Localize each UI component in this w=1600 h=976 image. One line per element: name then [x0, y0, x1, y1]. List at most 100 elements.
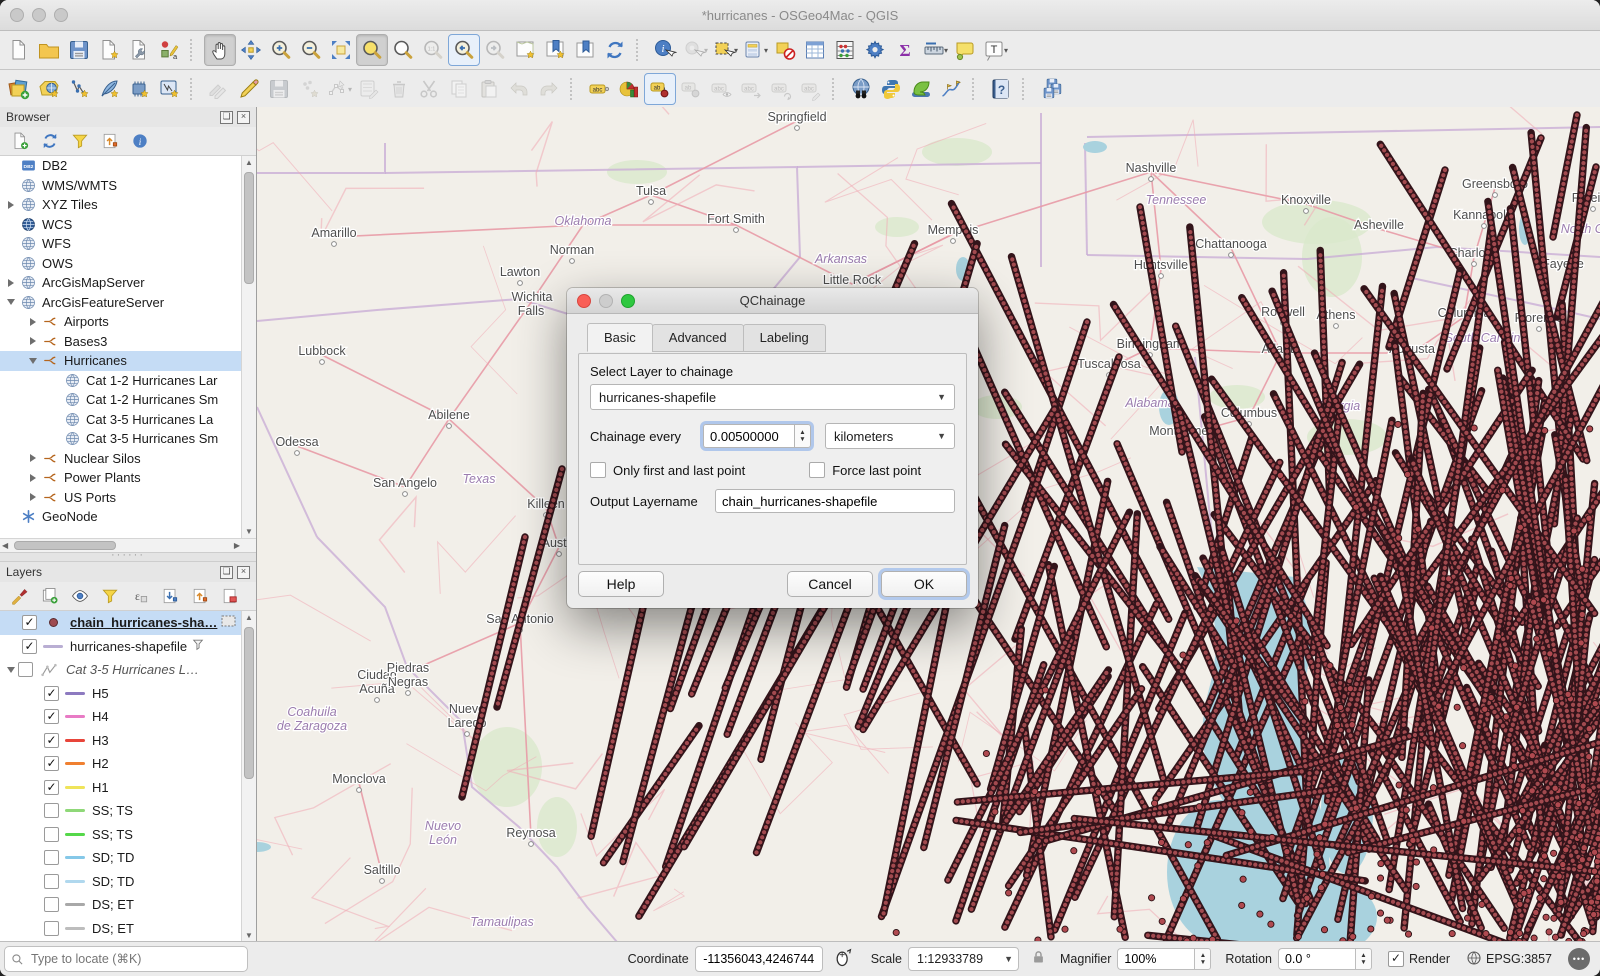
layer-diagram[interactable]	[614, 74, 644, 104]
coordinate-input[interactable]	[694, 946, 823, 972]
browser-item-cat-1-2-hurricanes-lar[interactable]: Cat 1-2 Hurricanes Lar	[0, 371, 256, 391]
layout-manager[interactable]	[124, 35, 154, 65]
layer-labeling[interactable]: abc	[584, 74, 614, 104]
dialog-title-bar[interactable]: QChainage	[567, 288, 978, 314]
expand-arrow-icon[interactable]	[26, 473, 40, 482]
zoom-to-layer[interactable]	[356, 34, 388, 66]
render-checkbox[interactable]: ✓	[1387, 951, 1404, 967]
layer-visibility-checkbox[interactable]	[44, 920, 59, 936]
properties[interactable]: i	[128, 129, 152, 153]
browser-item-db2[interactable]: DB2 DB2	[0, 156, 256, 176]
remove-layer[interactable]	[218, 584, 242, 608]
layer-item-h3[interactable]: ✓ H3	[0, 729, 256, 753]
extents-mouse-icon[interactable]	[833, 948, 853, 971]
pin-labels[interactable]: ab	[644, 73, 676, 105]
browser-item-airports[interactable]: Airports	[0, 312, 256, 332]
layer-visibility-checkbox[interactable]	[18, 662, 33, 678]
open-layer-styling[interactable]	[8, 584, 32, 608]
dropdown-arrow-icon[interactable]: ▾	[734, 46, 738, 55]
layer-item-ds-et[interactable]: DS; ET	[0, 917, 256, 941]
close-panel-icon[interactable]: ×	[237, 565, 250, 579]
scroll-right-icon[interactable]: ▶	[234, 541, 240, 550]
magnifier-spin[interactable]: ▲▼	[1117, 948, 1212, 970]
layer-item-h2[interactable]: ✓ H2	[0, 752, 256, 776]
layer-item-ds-et[interactable]: DS; ET	[0, 893, 256, 917]
dropdown-arrow-icon[interactable]: ▾	[1004, 46, 1008, 55]
expand-arrow-icon[interactable]	[26, 493, 40, 502]
browser-item-geonode[interactable]: GeoNode	[0, 507, 256, 527]
new-shapefile-layer[interactable]	[64, 74, 94, 104]
browser-item-wms-wmts[interactable]: WMS/WMTS	[0, 176, 256, 196]
qchainage[interactable]	[1036, 74, 1066, 104]
browser-item-wcs[interactable]: WCS	[0, 215, 256, 235]
new-geopackage-layer[interactable]	[94, 74, 124, 104]
layer-visibility-checkbox[interactable]	[44, 873, 59, 889]
zoom-in[interactable]	[266, 35, 296, 65]
filter-legend[interactable]	[98, 584, 122, 608]
rotation-input[interactable]	[1277, 948, 1355, 970]
spin-arrows-icon[interactable]: ▲ ▼	[794, 424, 811, 448]
magnifier-input[interactable]	[1117, 948, 1195, 970]
zoom-last[interactable]	[448, 34, 480, 66]
add-selected-layer[interactable]	[8, 129, 32, 153]
new-project[interactable]	[4, 35, 34, 65]
layer-item-cat-3-5-hurricanes-l-[interactable]: Cat 3-5 Hurricanes L…	[0, 658, 256, 682]
tab-basic[interactable]: Basic	[587, 323, 653, 352]
open-project[interactable]	[34, 35, 64, 65]
new-spatial-bookmark[interactable]	[540, 35, 570, 65]
refresh[interactable]	[600, 35, 630, 65]
profile-tool[interactable]	[936, 74, 966, 104]
expand-arrow-icon[interactable]	[4, 200, 18, 209]
help[interactable]: ?	[986, 74, 1016, 104]
expand-arrow-icon[interactable]	[4, 666, 18, 673]
layer-visibility-checkbox[interactable]	[44, 826, 59, 842]
browser-item-hurricanes[interactable]: Hurricanes	[0, 351, 256, 371]
layer-item-h1[interactable]: ✓ H1	[0, 776, 256, 800]
panel-splitter[interactable]: ······	[0, 550, 256, 562]
quickmapservices[interactable]	[906, 74, 936, 104]
units-select[interactable]: kilometers ▼	[825, 423, 955, 449]
processing-options[interactable]	[860, 35, 890, 65]
layer-item-h5[interactable]: ✓ H5	[0, 682, 256, 706]
deselect-features[interactable]	[770, 35, 800, 65]
pan-to-selection[interactable]	[236, 35, 266, 65]
zoom-full[interactable]	[326, 35, 356, 65]
collapse-all[interactable]	[188, 584, 212, 608]
layer-visibility-checkbox[interactable]: ✓	[22, 638, 37, 654]
zoom-out[interactable]	[296, 35, 326, 65]
lock-scale-icon[interactable]	[1031, 950, 1046, 968]
help-button[interactable]: Help	[578, 571, 664, 597]
float-panel-icon[interactable]: ❏	[220, 565, 233, 579]
force-last-point-checkbox[interactable]	[809, 462, 826, 478]
layer-item-ss-ts[interactable]: SS; TS	[0, 799, 256, 823]
chainage-input[interactable]	[703, 424, 794, 448]
locate-box[interactable]	[4, 946, 248, 972]
add-group[interactable]	[38, 584, 62, 608]
layer-item-chain-hurricanes-sha-[interactable]: ✓ chain_hurricanes-sha…	[0, 611, 256, 635]
scroll-left-icon[interactable]: ◀	[2, 541, 8, 550]
pan-map[interactable]	[204, 34, 236, 66]
layer-visibility-checkbox[interactable]: ✓	[44, 709, 59, 725]
browser-item-bases3[interactable]: Bases3	[0, 332, 256, 352]
cancel-button[interactable]: Cancel	[787, 571, 873, 597]
locate-input[interactable]	[29, 951, 241, 967]
browser-vscrollbar[interactable]: ▲ ▼	[241, 156, 256, 538]
layer-visibility-checkbox[interactable]: ✓	[44, 779, 59, 795]
dropdown-arrow-icon[interactable]: ▾	[944, 46, 948, 55]
expand-arrow-icon[interactable]	[4, 299, 18, 306]
layer-item-sd-td[interactable]: SD; TD	[0, 870, 256, 894]
layer-item-sd-td[interactable]: SD; TD	[0, 846, 256, 870]
ok-button[interactable]: OK	[881, 571, 967, 597]
style-manager[interactable]: a	[154, 35, 184, 65]
title-bar[interactable]: *hurricanes - OSGeo4Mac - QGIS	[0, 0, 1600, 31]
expand-arrow-icon[interactable]	[26, 317, 40, 326]
manage-map-themes[interactable]	[68, 584, 92, 608]
browser-item-us-ports[interactable]: US Ports	[0, 488, 256, 508]
browser-hscrollbar[interactable]: ◀ ▶	[0, 538, 256, 552]
map-tips[interactable]	[950, 35, 980, 65]
spin-arrows-icon[interactable]: ▲ ▼	[1194, 948, 1212, 970]
browser-item-cat-3-5-hurricanes-la[interactable]: Cat 3-5 Hurricanes La	[0, 410, 256, 430]
layer-visibility-checkbox[interactable]	[44, 850, 59, 866]
dropdown-arrow-icon[interactable]: ▾	[764, 46, 768, 55]
layers-vscrollbar[interactable]: ▲ ▼	[241, 611, 256, 942]
